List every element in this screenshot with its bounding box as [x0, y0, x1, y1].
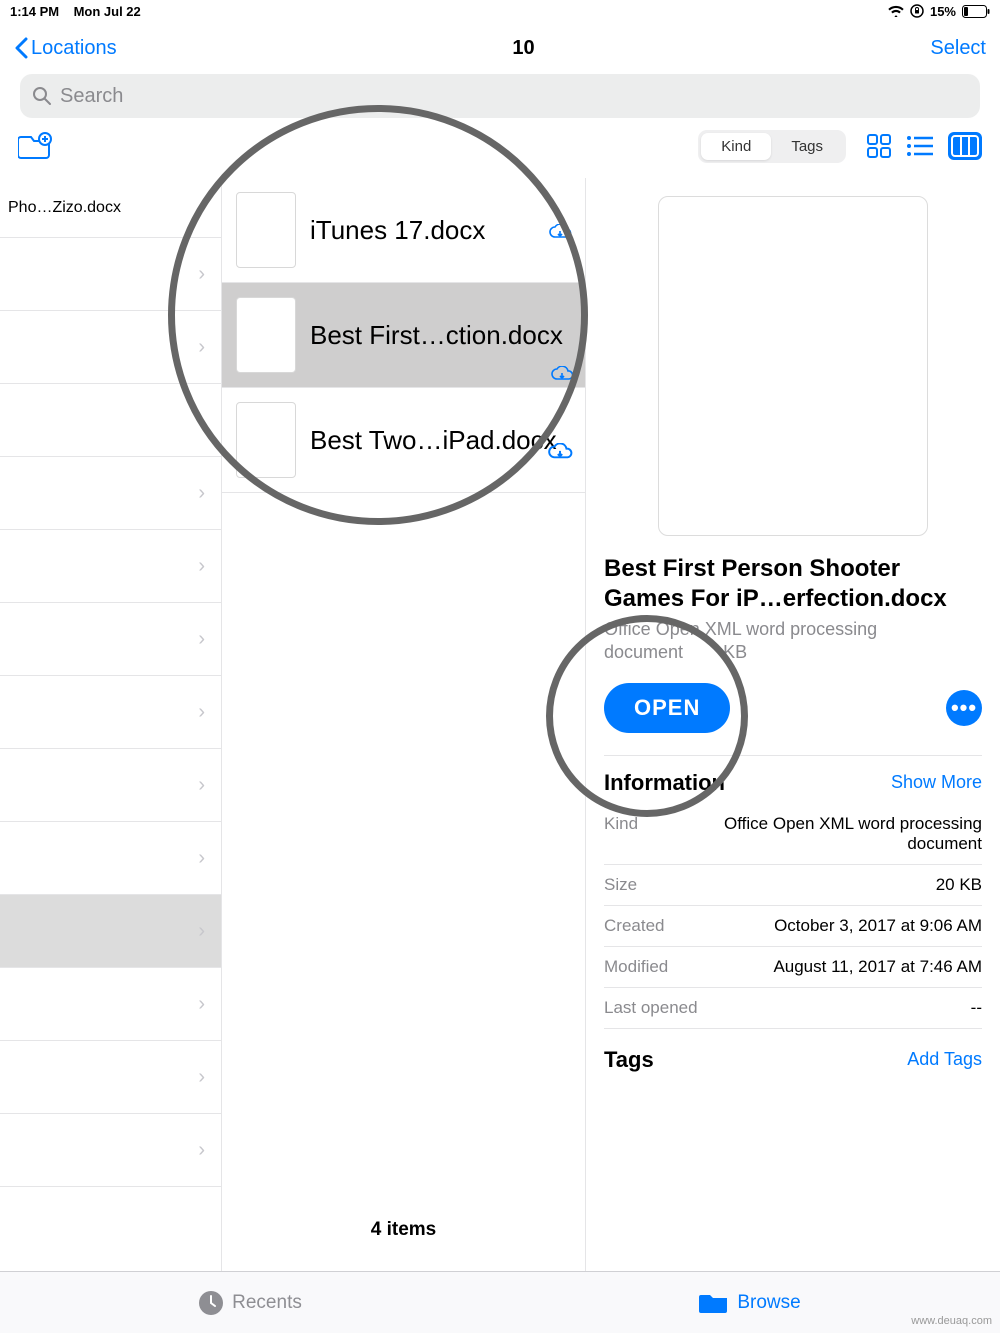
file-preview[interactable]: [658, 196, 928, 536]
select-button[interactable]: Select: [930, 37, 986, 60]
show-more-link[interactable]: Show More: [891, 772, 982, 793]
detail-filename: Best First Person Shooter Games For iP…e…: [604, 554, 982, 614]
ellipsis-icon: •••: [951, 695, 977, 721]
battery-icon: [962, 5, 990, 18]
file-row[interactable]: Best Two…iPad.docx: [222, 388, 585, 493]
folder-row[interactable]: ›: [0, 457, 221, 530]
file-thumbnail: [236, 402, 296, 478]
folder-row[interactable]: Pho…Zizo.docx ›: [0, 178, 221, 238]
tags-header: Tags: [604, 1047, 654, 1073]
file-row[interactable]: iTunes 17.docx: [222, 178, 585, 283]
folder-row[interactable]: ›: [0, 676, 221, 749]
file-row-selected[interactable]: Best First…ction.docx: [222, 283, 585, 388]
info-row-created: Created October 3, 2017 at 9:06 AM: [604, 906, 982, 947]
column-detail: Best First Person Shooter Games For iP…e…: [586, 178, 1000, 1271]
cloud-download-icon[interactable]: [548, 224, 572, 242]
column-files: iTunes 17.docx Best First…ction.docx Bes…: [222, 178, 586, 1271]
search-icon: [32, 86, 52, 106]
status-time: 1:14 PM: [10, 4, 59, 19]
battery-text: 15%: [930, 4, 956, 19]
search-bar[interactable]: [20, 74, 980, 118]
file-name: Best First…ction.docx: [310, 320, 563, 351]
info-row-size: Size 20 KB: [604, 865, 982, 906]
nav-bar: Locations 10 Select: [0, 22, 1000, 74]
cloud-download-icon[interactable]: [547, 443, 573, 463]
tab-browse[interactable]: Browse: [500, 1291, 1000, 1315]
folder-row[interactable]: ›: [0, 238, 221, 311]
tab-recents[interactable]: Recents: [0, 1290, 500, 1316]
folder-row[interactable]: ›: [0, 822, 221, 895]
chevron-left-icon: [14, 37, 29, 59]
back-label: Locations: [31, 37, 117, 60]
tab-bar: Recents Browse: [0, 1271, 1000, 1333]
item-count: 4 items: [222, 1199, 585, 1271]
folder-row[interactable]: ›: [0, 1041, 221, 1114]
clock-icon: [198, 1290, 224, 1316]
detail-type-line1: Office Open XML word processing: [604, 619, 877, 639]
tab-recents-label: Recents: [232, 1292, 302, 1314]
status-bar: 1:14 PM Mon Jul 22 15%: [0, 0, 1000, 22]
chevron-right-icon: ›: [200, 199, 205, 217]
toolbar: Kind Tags: [0, 118, 1000, 174]
info-row-modified: Modified August 11, 2017 at 7:46 AM: [604, 947, 982, 988]
back-button[interactable]: Locations: [14, 37, 117, 60]
folder-row-label: Pho…Zizo.docx: [8, 199, 121, 217]
folder-row-selected[interactable]: ›: [0, 895, 221, 968]
sort-kind[interactable]: Kind: [701, 133, 771, 160]
folder-icon: [699, 1291, 729, 1315]
open-button[interactable]: OPEN: [604, 683, 730, 733]
folder-row[interactable]: ›: [0, 968, 221, 1041]
folder-row[interactable]: ›: [0, 530, 221, 603]
info-header: Information: [604, 770, 725, 796]
detail-type-line2: document: [604, 642, 683, 662]
wifi-icon: [888, 5, 904, 17]
info-row-lastopened: Last opened --: [604, 988, 982, 1029]
new-folder-button[interactable]: [18, 132, 52, 160]
folder-row[interactable]: ›: [0, 1114, 221, 1187]
folder-row[interactable]: ›: [0, 311, 221, 384]
sort-segmented-control: Kind Tags: [698, 130, 846, 163]
watermark: www.deuaq.com: [911, 1315, 992, 1327]
icon-view-button[interactable]: [866, 133, 892, 159]
more-button[interactable]: •••: [946, 690, 982, 726]
detail-size-inline: KB: [723, 642, 747, 662]
folder-row[interactable]: ›: [0, 603, 221, 676]
tab-browse-label: Browse: [737, 1292, 800, 1314]
column-view-button[interactable]: [948, 132, 982, 160]
file-thumbnail: [236, 297, 296, 373]
file-thumbnail: [236, 192, 296, 268]
sort-tags[interactable]: Tags: [771, 133, 843, 160]
cloud-download-icon[interactable]: [550, 366, 574, 384]
orientation-lock-icon: [910, 4, 924, 18]
status-date: Mon Jul 22: [74, 4, 141, 19]
folder-row[interactable]: ›: [0, 749, 221, 822]
page-title: 10: [512, 37, 534, 60]
file-name: Best Two…iPad.docx: [310, 425, 557, 456]
add-tags-link[interactable]: Add Tags: [907, 1049, 982, 1070]
file-name: iTunes 17.docx: [310, 215, 485, 246]
list-view-button[interactable]: [906, 135, 934, 157]
info-row-kind: Kind Office Open XML word processing doc…: [604, 804, 982, 865]
column-folders: Pho…Zizo.docx › › › › › › › › › › › › › …: [0, 178, 222, 1271]
search-input[interactable]: [60, 85, 968, 108]
folder-row[interactable]: ›: [0, 384, 221, 457]
